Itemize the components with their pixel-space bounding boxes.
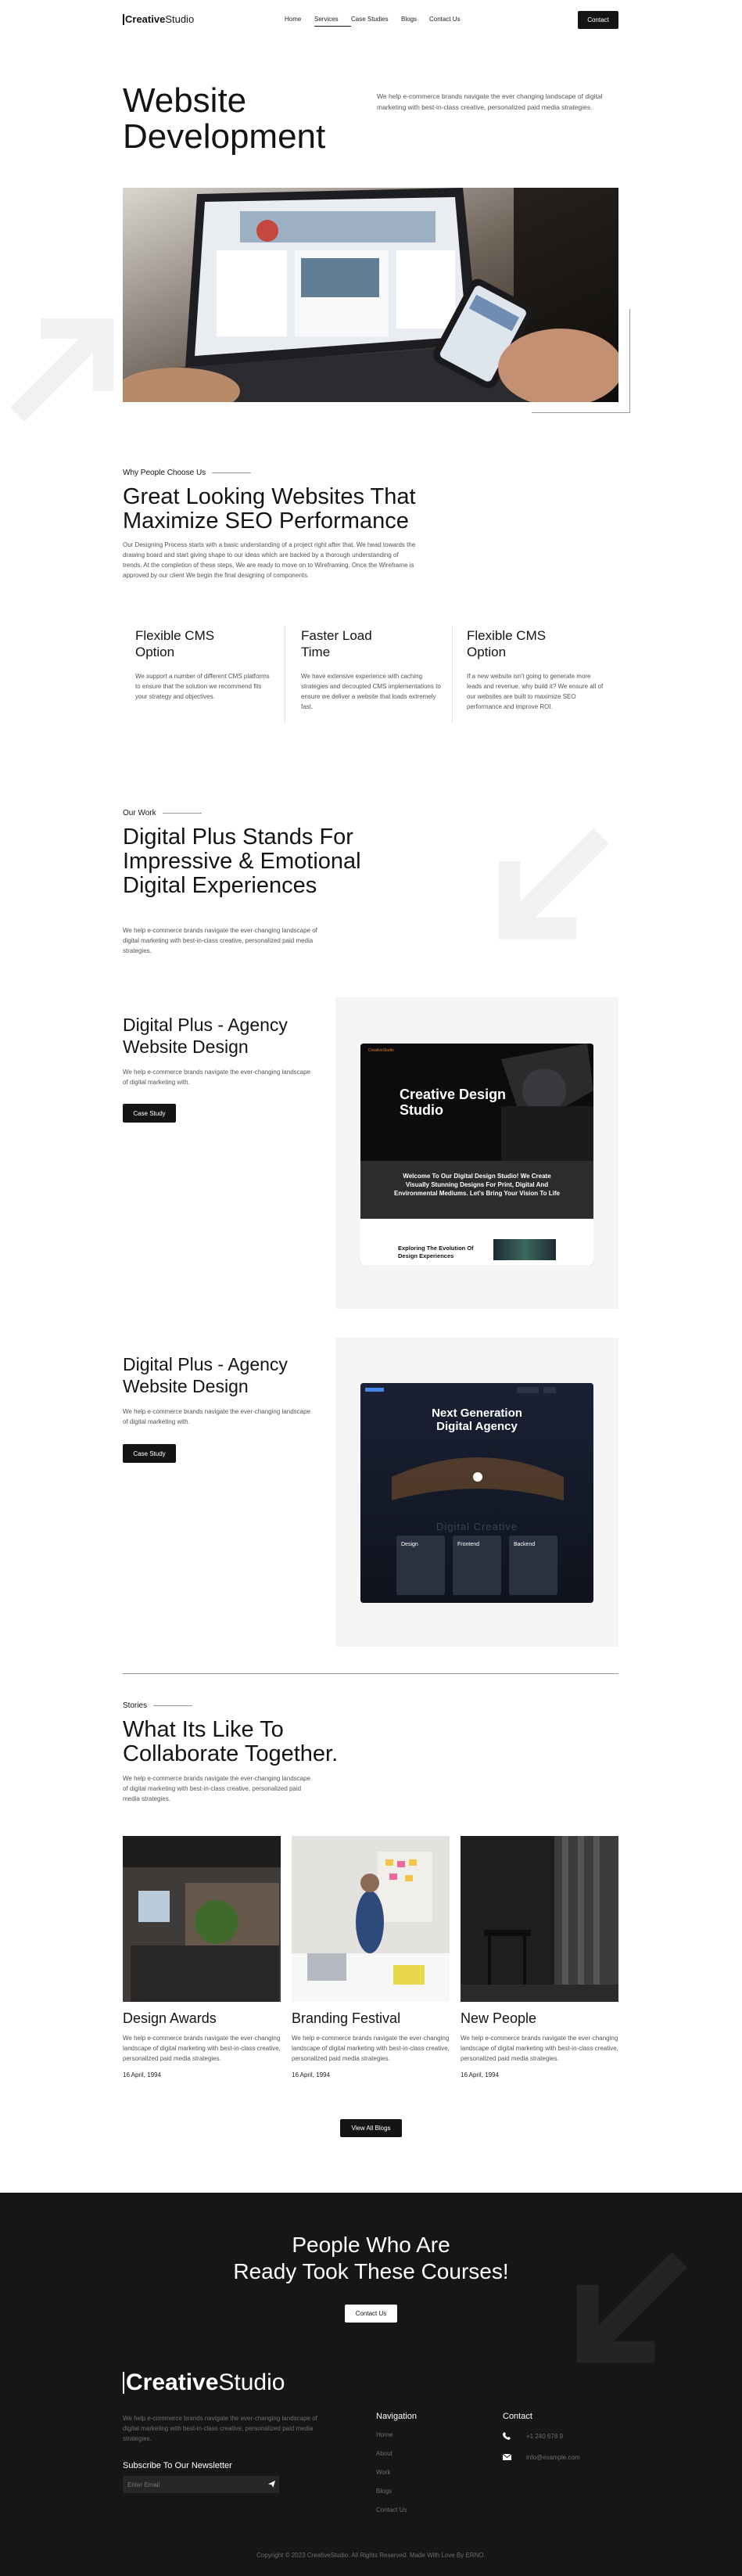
story-text: We help e-commerce brands navigate the e… bbox=[292, 2035, 450, 2062]
feature-load-time: Faster Load Time We have extensive exper… bbox=[301, 627, 450, 712]
section-divider bbox=[123, 1673, 618, 1674]
mock-watermark: Digital Creative bbox=[436, 1521, 518, 1532]
feature-title: Flexible CMS Option bbox=[467, 628, 547, 659]
nav-links: Home Services Case Studies Blogs Contact… bbox=[285, 16, 468, 27]
case-title: Digital Plus - Agency Website Design bbox=[123, 1015, 288, 1057]
case-description: We help e-commerce brands navigate the e… bbox=[123, 1408, 310, 1425]
nav-link-blogs[interactable]: Blogs bbox=[401, 16, 429, 27]
case-mockup[interactable]: CreativeStudio Creative Design Studio We… bbox=[360, 1044, 593, 1265]
why-description: Our Designing Process starts with a basi… bbox=[123, 541, 416, 579]
work-eyebrow: Our Work bbox=[123, 809, 202, 817]
mock-headline: Creative Design Studio bbox=[400, 1087, 507, 1118]
why-title: Great Looking Websites That Maximize SEO… bbox=[123, 484, 416, 534]
footer-logo[interactable]: Creative Studio bbox=[123, 2369, 285, 2396]
copyright: Copyright © 2023 CreativeStudio. All Rig… bbox=[256, 2552, 486, 2559]
footer-link-work[interactable]: Work bbox=[376, 2469, 391, 2476]
mock-card-frontend: Frontend bbox=[457, 1542, 480, 1547]
feature-cms: Flexible CMS Option We support a number … bbox=[135, 627, 284, 702]
subscribe-title: Subscribe To Our Newsletter bbox=[123, 2461, 232, 2470]
story-title[interactable]: Branding Festival bbox=[292, 2010, 450, 2027]
logo-bar bbox=[123, 2372, 124, 2394]
view-all-blogs-button[interactable]: View All Blogs bbox=[340, 2119, 402, 2137]
case-study-button[interactable]: Case Study bbox=[123, 1444, 176, 1463]
hero-title: Website Development bbox=[123, 81, 326, 156]
logo[interactable]: Creative Studio bbox=[123, 13, 194, 25]
case-preview-panel: CreativeStudio Creative Design Studio We… bbox=[335, 997, 618, 1309]
feature-text: We have extensive experience with cachin… bbox=[301, 673, 441, 710]
case-preview-panel: Next Generation Digital Agency Digital C… bbox=[335, 1338, 618, 1647]
footer-link-contact-us[interactable]: Contact Us bbox=[376, 2506, 407, 2513]
story-title[interactable]: New People bbox=[461, 2010, 618, 2027]
logo-bar bbox=[123, 13, 124, 25]
stories-eyebrow: Stories bbox=[123, 1701, 192, 1710]
top-nav: Creative Studio Home Services Case Studie… bbox=[0, 0, 742, 41]
mock-thumbnail bbox=[493, 1239, 556, 1260]
stories-description: We help e-commerce brands navigate the e… bbox=[123, 1775, 310, 1802]
footer-link-blogs[interactable]: Blogs bbox=[376, 2488, 392, 2495]
story-image bbox=[123, 1836, 281, 2002]
mock-brand: CreativeStudio bbox=[368, 1048, 394, 1053]
story-image bbox=[461, 1836, 618, 2002]
mock-band: Welcome To Our Digital Design Studio! We… bbox=[360, 1161, 593, 1219]
page: Creative Studio Home Services Case Studie… bbox=[0, 0, 742, 2576]
story-date: 16 April, 1994 bbox=[123, 2071, 161, 2078]
mock-card-backend: Backend bbox=[514, 1542, 536, 1547]
mail-icon bbox=[503, 2454, 511, 2460]
footer-logo-bold: Creative bbox=[126, 2369, 219, 2395]
story-text: We help e-commerce brands navigate the e… bbox=[461, 2035, 618, 2062]
arrow-down-left-icon bbox=[498, 828, 610, 940]
send-icon[interactable] bbox=[268, 2481, 275, 2488]
feature-title: Flexible CMS Option bbox=[135, 628, 215, 659]
footer-description: We help e-commerce brands navigate the e… bbox=[123, 2415, 317, 2442]
feature-text: We support a number of different CMS pla… bbox=[135, 673, 270, 700]
mock-card-design: Design bbox=[401, 1542, 418, 1547]
footer-contact-title: Contact bbox=[503, 2412, 532, 2421]
hero-description: We help e-commerce brands navigate the e… bbox=[377, 92, 603, 111]
logo-bold: Creative bbox=[125, 13, 166, 25]
case-description: We help e-commerce brands navigate the e… bbox=[123, 1069, 310, 1086]
story-title[interactable]: Design Awards bbox=[123, 2010, 281, 2027]
mock-footer-text: Exploring The Evolution Of Design Experi… bbox=[398, 1245, 474, 1259]
feature-seo: Flexible CMS Option If a new website isn… bbox=[467, 627, 615, 712]
mock-headline: Next Generation Digital Agency bbox=[432, 1407, 522, 1433]
work-description: We help e-commerce brands navigate the e… bbox=[123, 927, 317, 954]
feature-title: Faster Load Time bbox=[301, 628, 372, 659]
why-eyebrow: Why People Choose Us bbox=[123, 469, 251, 477]
nav-link-home[interactable]: Home bbox=[285, 16, 314, 27]
footer-logo-light: Studio bbox=[218, 2369, 285, 2395]
story-card[interactable]: Design Awards We help e-commerce brands … bbox=[123, 1836, 281, 2078]
story-date: 16 April, 1994 bbox=[461, 2071, 499, 2078]
footer-link-home[interactable]: Home bbox=[376, 2431, 393, 2438]
feature-text: If a new website isn't going to generate… bbox=[467, 673, 604, 710]
phone-icon bbox=[503, 2432, 511, 2440]
story-card[interactable]: New People We help e-commerce brands nav… bbox=[461, 1836, 618, 2078]
case-study-button[interactable]: Case Study bbox=[123, 1104, 176, 1123]
newsletter-email-input[interactable]: Enter Email bbox=[123, 2476, 279, 2493]
cta-contact-button[interactable]: Contact Us bbox=[345, 2305, 397, 2323]
cta-line-2: Ready Took These Courses! bbox=[233, 2259, 509, 2283]
nav-link-case-studies[interactable]: Case Studies bbox=[351, 16, 401, 27]
footer-link-about[interactable]: About bbox=[376, 2450, 393, 2457]
stories-title: What Its Like To Collaborate Together. bbox=[123, 1717, 339, 1766]
cta-title: People Who Are Ready Took These Courses! bbox=[0, 2232, 742, 2285]
feature-divider bbox=[452, 626, 453, 724]
footer-nav-title: Navigation bbox=[376, 2412, 417, 2421]
story-text: We help e-commerce brands navigate the e… bbox=[123, 2035, 281, 2062]
hero-image bbox=[123, 188, 618, 402]
case-mockup[interactable]: Next Generation Digital Agency Digital C… bbox=[360, 1383, 593, 1603]
case-title: Digital Plus - Agency Website Design bbox=[123, 1354, 288, 1396]
footer-email[interactable]: info@example.com bbox=[526, 2454, 580, 2461]
footer-phone[interactable]: +1 240 678 9 bbox=[526, 2433, 563, 2440]
nav-link-contact-us[interactable]: Contact Us bbox=[429, 16, 468, 27]
cta-line-1: People Who Are bbox=[292, 2233, 450, 2257]
footer: People Who Are Ready Took These Courses!… bbox=[0, 2193, 742, 2576]
story-card[interactable]: Branding Festival We help e-commerce bra… bbox=[292, 1836, 450, 2078]
work-title: Digital Plus Stands For Impressive & Emo… bbox=[123, 825, 361, 898]
story-image bbox=[292, 1836, 450, 2002]
logo-light: Studio bbox=[165, 13, 195, 25]
nav-link-services[interactable]: Services bbox=[314, 16, 351, 27]
arrow-up-right-icon bbox=[9, 318, 113, 422]
story-date: 16 April, 1994 bbox=[292, 2071, 330, 2078]
contact-button[interactable]: Contact bbox=[578, 11, 618, 29]
